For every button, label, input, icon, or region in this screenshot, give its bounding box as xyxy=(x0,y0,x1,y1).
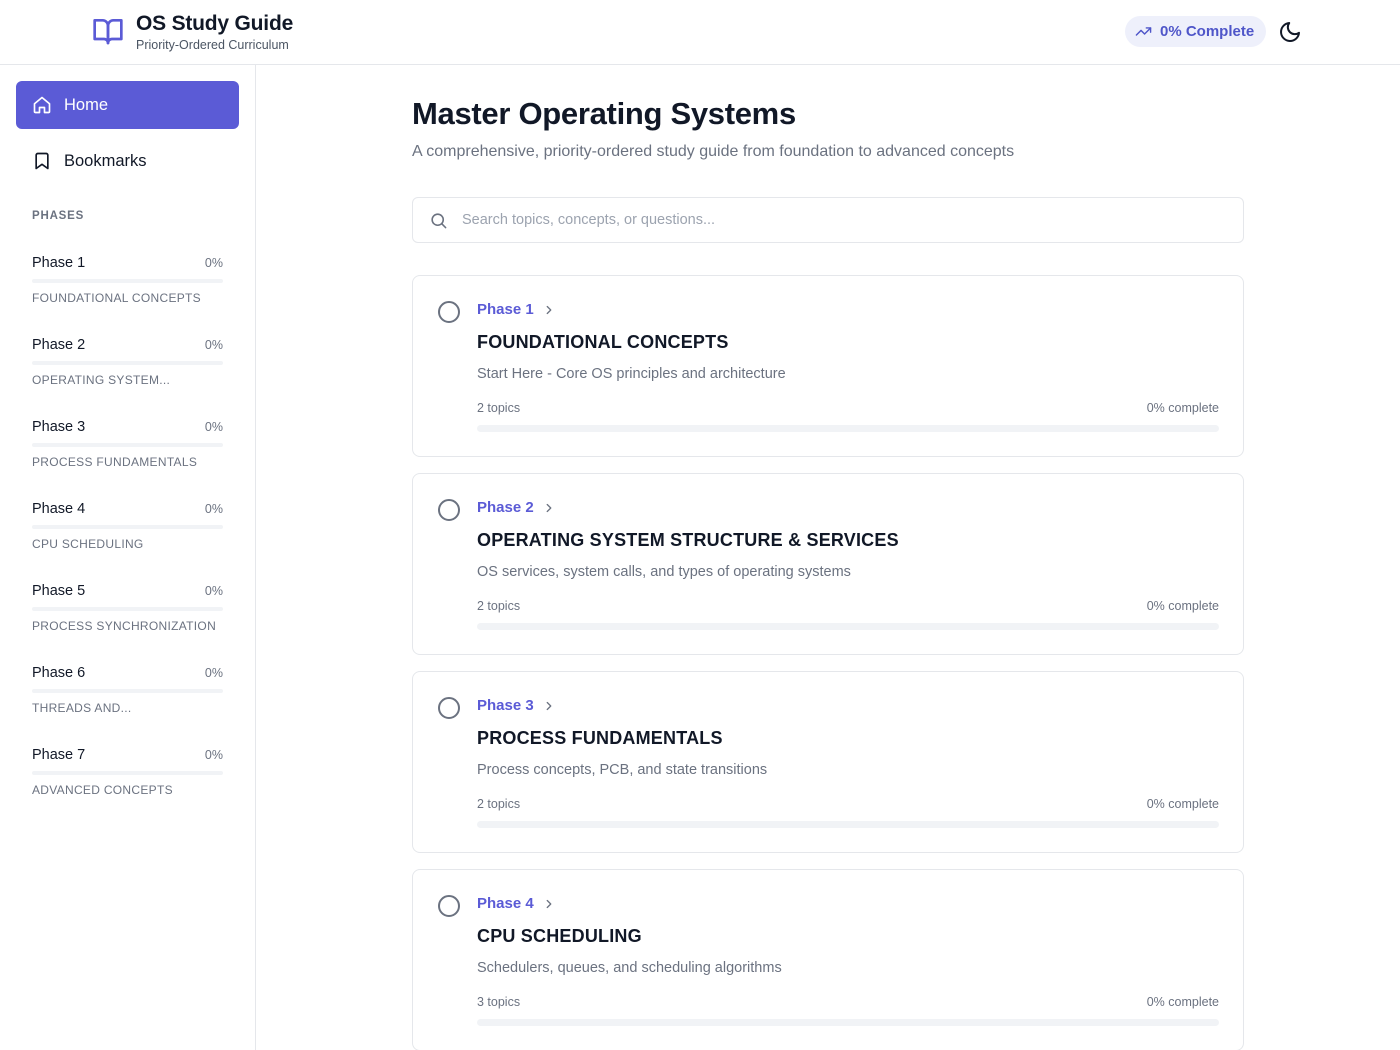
overall-progress-badge: 0% Complete xyxy=(1125,16,1267,47)
search-input[interactable] xyxy=(462,212,1202,228)
circle-icon[interactable] xyxy=(438,499,460,521)
page-subtitle: A comprehensive, priority-ordered study … xyxy=(412,143,1015,160)
phase-percent: 0% xyxy=(204,502,223,516)
sidebar-phase-6[interactable]: Phase 6 0% THREADS AND... xyxy=(32,663,223,727)
sidebar-item-bookmarks[interactable]: Bookmarks xyxy=(16,137,239,185)
card-description: Schedulers, queues, and scheduling algor… xyxy=(477,960,782,976)
chevron-right-icon xyxy=(546,899,552,908)
app-subtitle: Priority-Ordered Curriculum xyxy=(136,38,289,52)
card-complete-label: 0% complete xyxy=(1146,599,1219,613)
sidebar-phase-5[interactable]: Phase 5 0% PROCESS SYNCHRONIZATION xyxy=(32,581,223,645)
card-title: OPERATING SYSTEM STRUCTURE & SERVICES xyxy=(477,530,899,550)
phase-name: Phase 3 xyxy=(32,419,86,435)
phase-progress-bar xyxy=(32,771,223,775)
card-phase-label: Phase 2 xyxy=(477,499,534,516)
sidebar-item-label: Bookmarks xyxy=(64,151,147,170)
phase-percent: 0% xyxy=(204,584,223,598)
sidebar-item-home[interactable]: Home xyxy=(16,81,239,129)
chevron-right-icon xyxy=(546,503,552,512)
trending-up-icon xyxy=(1135,27,1152,36)
card-phase-label: Phase 3 xyxy=(477,697,534,714)
sidebar-phase-1[interactable]: Phase 1 0% FOUNDATIONAL CONCEPTS xyxy=(32,253,223,317)
circle-icon[interactable] xyxy=(438,697,460,719)
card-phase-link[interactable]: Phase 1 xyxy=(477,301,556,318)
phase-name: Phase 2 xyxy=(32,337,86,353)
card-description: OS services, system calls, and types of … xyxy=(477,564,851,580)
brand[interactable]: OS Study Guide Priority-Ordered Curricul… xyxy=(92,12,293,52)
phase-name: Phase 4 xyxy=(32,501,86,517)
card-topic-count: 3 topics xyxy=(477,995,521,1009)
card-topic-count: 2 topics xyxy=(477,797,521,811)
phase-description: OPERATING SYSTEM... xyxy=(32,373,171,387)
phase-description: ADVANCED CONCEPTS xyxy=(32,783,173,797)
card-phase-link[interactable]: Phase 3 xyxy=(477,697,556,714)
book-open-icon xyxy=(93,19,123,45)
search-icon xyxy=(431,212,447,228)
card-topic-count: 2 topics xyxy=(477,401,521,415)
card-complete-label: 0% complete xyxy=(1146,995,1219,1009)
card-title: CPU SCHEDULING xyxy=(477,926,642,946)
search-box[interactable] xyxy=(412,197,1244,243)
sidebar-phase-2[interactable]: Phase 2 0% OPERATING SYSTEM... xyxy=(32,335,223,399)
phase-name: Phase 5 xyxy=(32,583,86,599)
card-phase-link[interactable]: Phase 4 xyxy=(477,895,556,912)
sidebar-item-label: Home xyxy=(64,95,109,114)
page-title: Master Operating Systems xyxy=(412,96,796,131)
card-progress-bar xyxy=(477,1019,1219,1026)
sidebar: Home Bookmarks PHASES Phase 1 0% FOUNDATI… xyxy=(0,65,256,1050)
app-title: OS Study Guide xyxy=(136,12,294,35)
phase-card-4[interactable]: Phase 4 CPU SCHEDULING Schedulers, queue… xyxy=(412,869,1244,1050)
phase-percent: 0% xyxy=(204,420,223,434)
card-description: Start Here - Core OS principles and arch… xyxy=(477,366,786,382)
home-icon xyxy=(33,96,51,114)
card-phase-label: Phase 4 xyxy=(477,895,534,912)
top-bar: OS Study Guide Priority-Ordered Curricul… xyxy=(0,0,1400,65)
phase-card-3[interactable]: Phase 3 PROCESS FUNDAMENTALS Process con… xyxy=(412,671,1244,853)
card-complete-label: 0% complete xyxy=(1146,797,1219,811)
card-title: PROCESS FUNDAMENTALS xyxy=(477,728,723,748)
phase-description: PROCESS FUNDAMENTALS xyxy=(32,455,198,469)
card-phase-link[interactable]: Phase 2 xyxy=(477,499,556,516)
sidebar-phase-7[interactable]: Phase 7 0% ADVANCED CONCEPTS xyxy=(32,745,223,809)
phase-progress-bar xyxy=(32,525,223,529)
phase-progress-bar xyxy=(32,361,223,365)
sidebar-phase-4[interactable]: Phase 4 0% CPU SCHEDULING xyxy=(32,499,223,563)
phase-percent: 0% xyxy=(204,748,223,762)
card-title: FOUNDATIONAL CONCEPTS xyxy=(477,332,729,352)
phase-progress-bar xyxy=(32,443,223,447)
card-topic-count: 2 topics xyxy=(477,599,521,613)
phase-description: CPU SCHEDULING xyxy=(32,537,144,551)
phase-description: THREADS AND... xyxy=(32,701,132,715)
card-progress-bar xyxy=(477,821,1219,828)
card-progress-bar xyxy=(477,623,1219,630)
phase-progress-bar xyxy=(32,607,223,611)
phase-percent: 0% xyxy=(204,256,223,270)
phase-name: Phase 6 xyxy=(32,665,86,681)
chevron-right-icon xyxy=(546,305,552,314)
circle-icon[interactable] xyxy=(438,895,460,917)
phase-name: Phase 1 xyxy=(32,255,86,271)
phase-progress-bar xyxy=(32,689,223,693)
chevron-right-icon xyxy=(546,701,552,710)
phase-card-2[interactable]: Phase 2 OPERATING SYSTEM STRUCTURE & SER… xyxy=(412,473,1244,655)
overall-progress-label: 0% Complete xyxy=(1160,23,1255,40)
moon-icon[interactable] xyxy=(1278,20,1302,44)
phase-name: Phase 7 xyxy=(32,747,86,763)
card-description: Process concepts, PCB, and state transit… xyxy=(477,762,768,778)
phase-card-1[interactable]: Phase 1 FOUNDATIONAL CONCEPTS Start Here… xyxy=(412,275,1244,457)
card-progress-bar xyxy=(477,425,1219,432)
phases-heading: PHASES xyxy=(32,210,85,222)
card-phase-label: Phase 1 xyxy=(477,301,534,318)
phase-description: FOUNDATIONAL CONCEPTS xyxy=(32,291,201,305)
phase-percent: 0% xyxy=(204,666,223,680)
circle-icon[interactable] xyxy=(438,301,460,323)
bookmark-icon xyxy=(35,152,49,170)
phase-percent: 0% xyxy=(204,338,223,352)
phase-progress-bar xyxy=(32,279,223,283)
card-complete-label: 0% complete xyxy=(1146,401,1219,415)
phase-description: PROCESS SYNCHRONIZATION xyxy=(32,619,217,633)
sidebar-phase-3[interactable]: Phase 3 0% PROCESS FUNDAMENTALS xyxy=(32,417,223,481)
